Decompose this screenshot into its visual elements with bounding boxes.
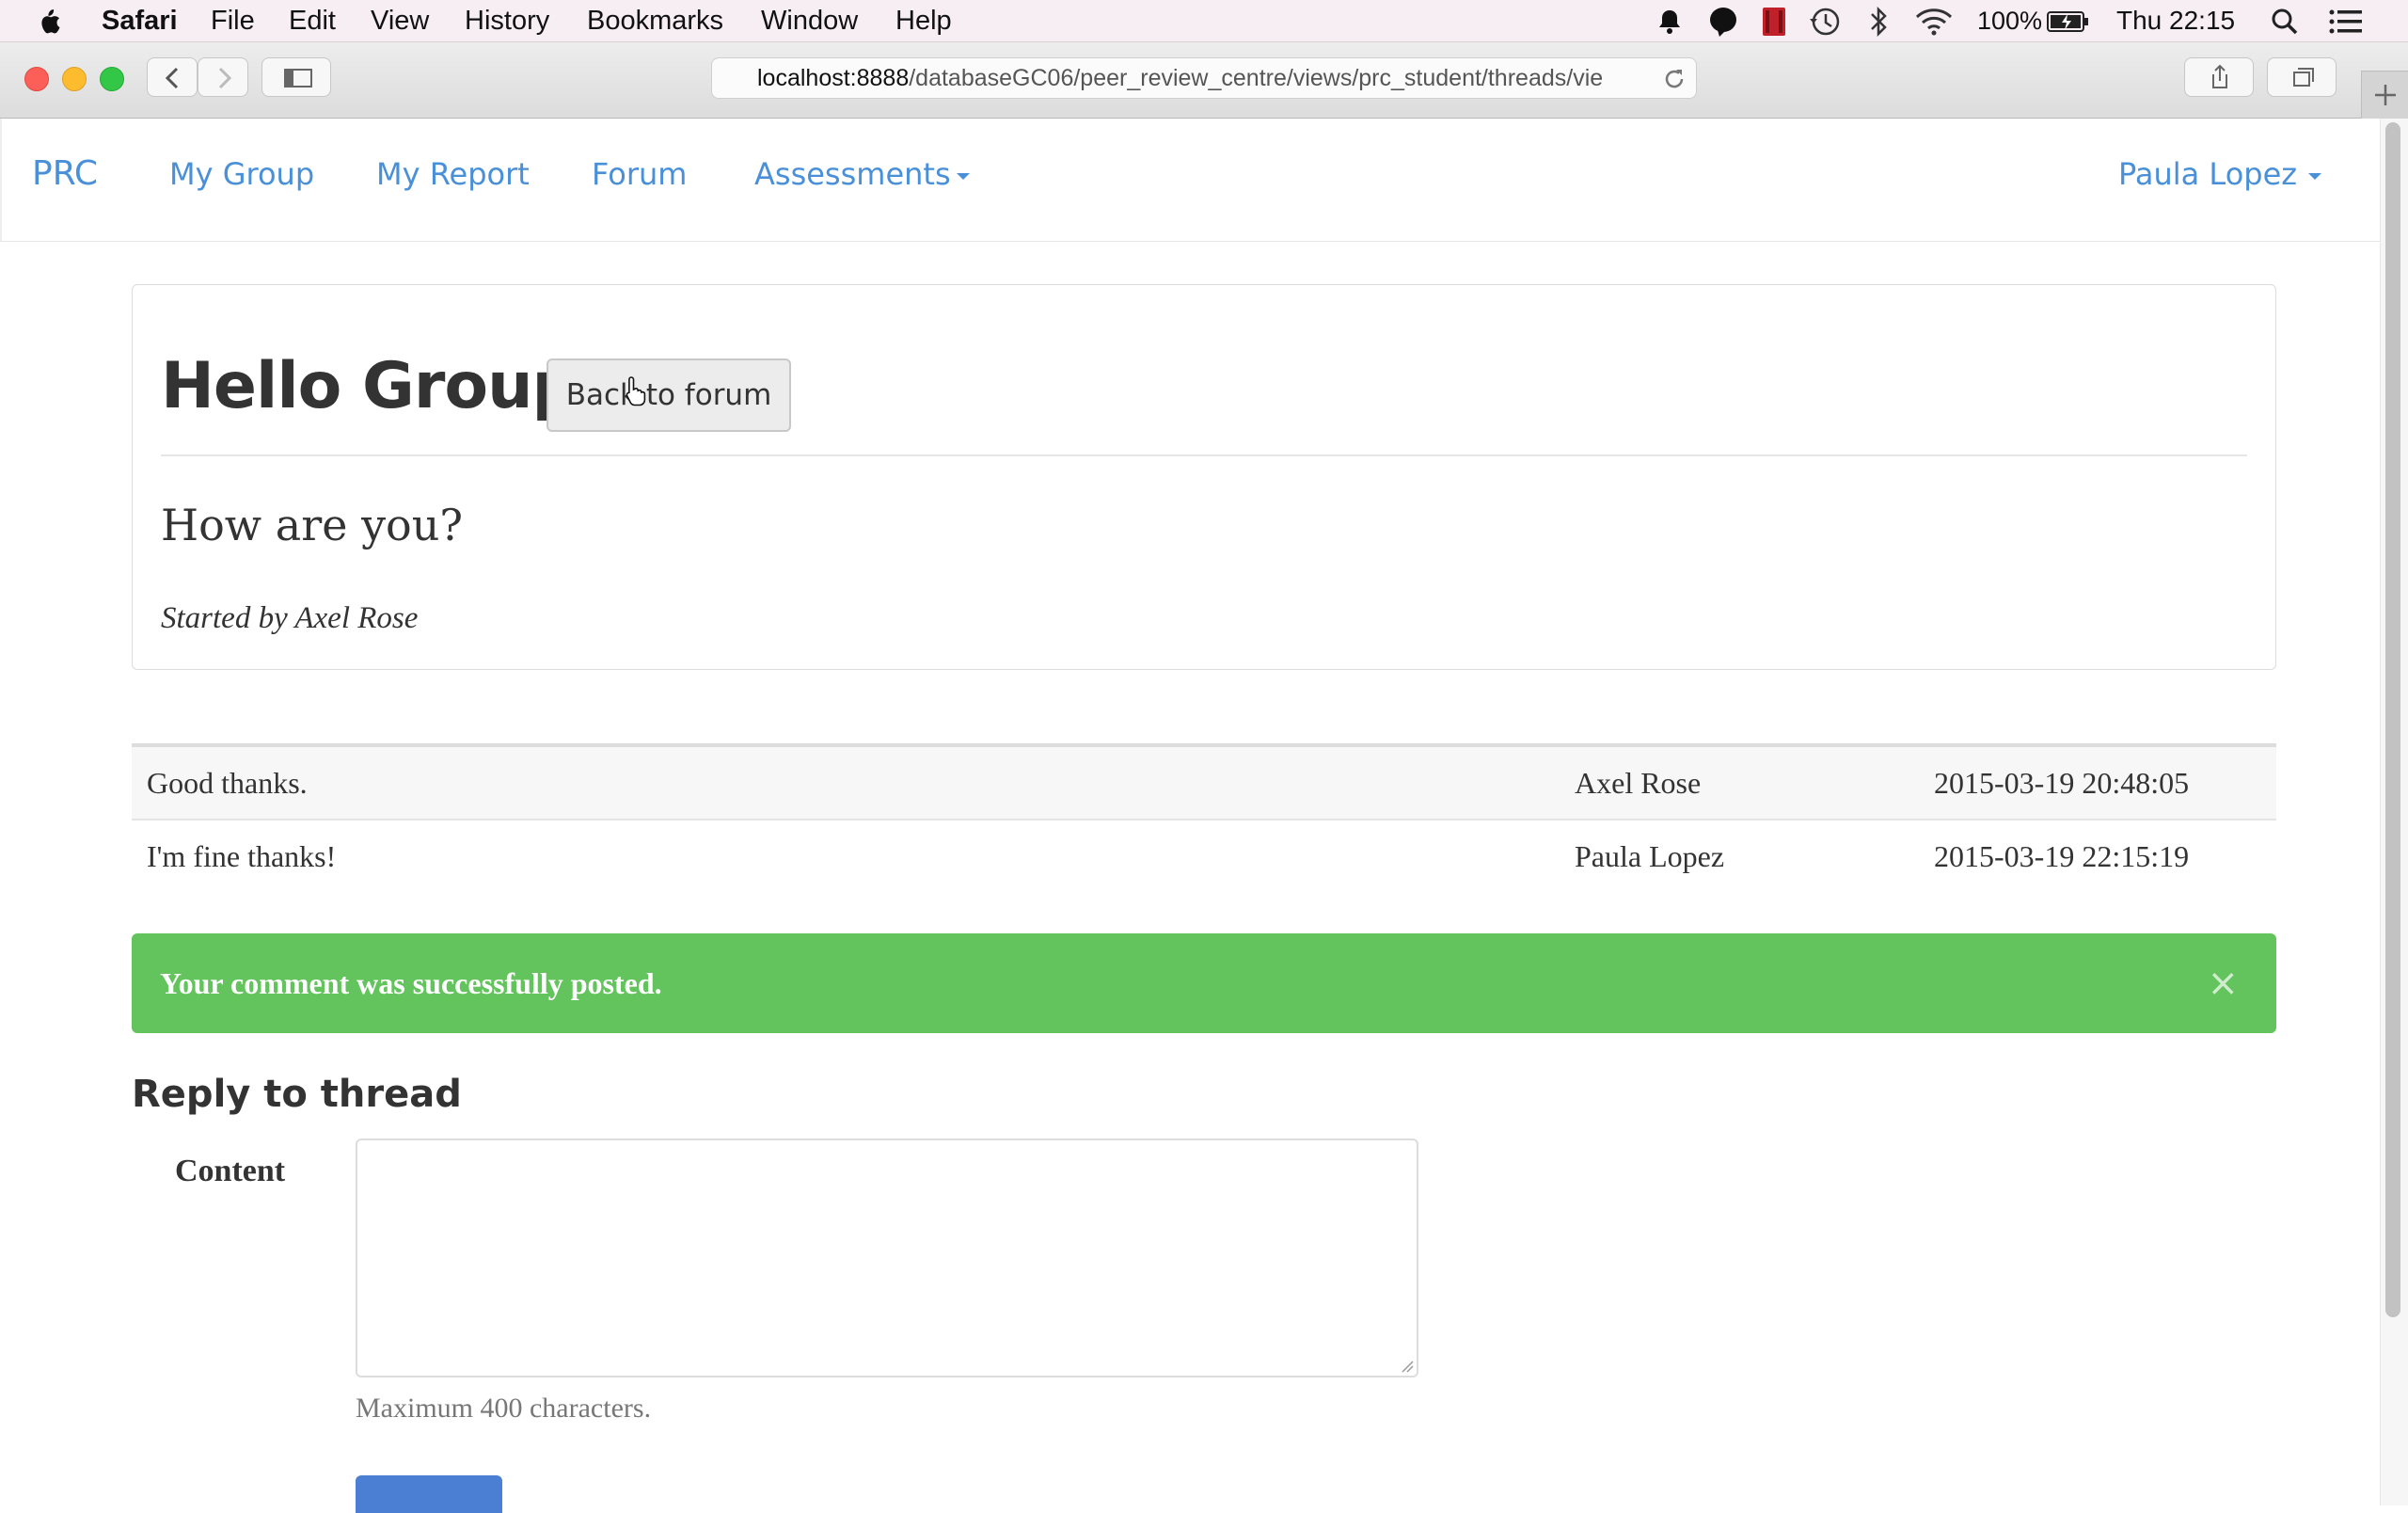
apple-logo-icon[interactable] <box>36 8 62 36</box>
scrollbar-thumb[interactable] <box>2385 122 2400 1317</box>
browser-toolbar: localhost:8888/databaseGC06/peer_review_… <box>0 42 2408 119</box>
thread-header-panel: Hello Group Back to forum How are you? S… <box>132 284 2276 670</box>
comment-row: Good thanks. Axel Rose 2015-03-19 20:48:… <box>132 747 2276 820</box>
user-name: Paula Lopez <box>2118 156 2298 192</box>
url-host: localhost:8888 <box>757 65 910 91</box>
battery-percentage: 100% <box>1977 7 2043 35</box>
menu-window[interactable]: Window <box>761 0 858 41</box>
comment-text: Good thanks. <box>147 766 308 800</box>
menu-view[interactable]: View <box>371 0 429 41</box>
back-to-forum-button[interactable]: Back to forum <box>547 358 791 432</box>
brand-link[interactable]: PRC <box>32 154 98 193</box>
mouse-cursor-icon <box>626 376 646 406</box>
url-text[interactable]: localhost:8888/databaseGC06/peer_review_… <box>757 58 1641 98</box>
content-help-text: Maximum 400 characters. <box>356 1393 652 1424</box>
time-machine-icon[interactable] <box>1808 6 1842 38</box>
divider <box>161 454 2247 456</box>
chevron-left-icon <box>165 67 179 89</box>
share-icon <box>2212 64 2227 88</box>
thread-question: How are you? <box>161 500 464 550</box>
macos-menubar: Safari File Edit View History Bookmarks … <box>0 0 2408 42</box>
menu-bookmarks[interactable]: Bookmarks <box>587 0 723 41</box>
resize-handle-icon[interactable] <box>1401 1360 1414 1373</box>
minimize-window-button[interactable] <box>62 67 87 91</box>
menu-help[interactable]: Help <box>895 0 952 41</box>
bluetooth-icon[interactable] <box>1866 6 1891 38</box>
menu-file[interactable]: File <box>211 0 255 41</box>
thread-title: Hello Group <box>161 349 578 423</box>
reply-heading: Reply to thread <box>132 1073 462 1116</box>
success-alert: Your comment was successfully posted. × <box>132 933 2276 1033</box>
sidebar-toggle-button[interactable] <box>261 57 331 97</box>
notification-center-icon[interactable] <box>2329 8 2363 35</box>
menu-app-safari[interactable]: Safari <box>102 0 178 41</box>
plus-icon <box>2375 85 2396 105</box>
comment-author: Paula Lopez <box>1575 839 1725 873</box>
close-window-button[interactable] <box>24 67 49 91</box>
menu-history[interactable]: History <box>465 0 549 41</box>
nav-assessments-dropdown[interactable]: Assessments <box>754 156 970 192</box>
spotlight-search-icon[interactable] <box>2271 8 2299 36</box>
caret-down-icon <box>2308 172 2322 180</box>
user-menu-dropdown[interactable]: Paula Lopez <box>2118 156 2322 192</box>
comment-date: 2015-03-19 20:48:05 <box>1934 766 2190 800</box>
comment-date: 2015-03-19 22:15:19 <box>1934 839 2190 873</box>
sidebar-icon <box>284 69 312 88</box>
menubar-clock[interactable]: Thu 22:15 <box>2116 0 2235 41</box>
comment-text: I'm fine thanks! <box>147 839 337 873</box>
tabs-overview-button[interactable] <box>2267 57 2337 97</box>
recording-icon[interactable] <box>1759 6 1789 38</box>
url-path: /databaseGC06/peer_review_centre/views/p… <box>909 65 1604 91</box>
comments-table: Good thanks. Axel Rose 2015-03-19 20:48:… <box>132 743 2276 892</box>
notification-bell-icon[interactable] <box>1656 8 1684 36</box>
address-bar[interactable]: localhost:8888/databaseGC06/peer_review_… <box>711 57 1697 99</box>
chevron-right-icon <box>218 67 232 89</box>
comment-author: Axel Rose <box>1575 766 1702 800</box>
new-tab-button[interactable] <box>2361 71 2408 119</box>
forward-nav-button[interactable] <box>198 57 248 97</box>
zoom-window-button[interactable] <box>100 67 124 91</box>
site-navbar: PRC My Group My Report Forum Assessments… <box>0 119 2382 242</box>
nav-assessments-label: Assessments <box>754 156 951 192</box>
menu-edit[interactable]: Edit <box>289 0 336 41</box>
alert-message: Your comment was successfully posted. <box>160 966 662 1000</box>
thread-starter: Started by Axel Rose <box>161 601 419 635</box>
nav-my-report[interactable]: My Report <box>376 156 530 192</box>
close-icon[interactable]: × <box>2207 933 2239 1033</box>
wifi-icon[interactable] <box>1915 8 1953 36</box>
comment-row: I'm fine thanks! Paula Lopez 2015-03-19 … <box>132 820 2276 892</box>
share-button[interactable] <box>2184 57 2254 97</box>
chat-bubble-icon[interactable] <box>1708 6 1738 38</box>
submit-reply-button[interactable] <box>356 1475 502 1513</box>
nav-my-group[interactable]: My Group <box>169 156 314 192</box>
content-label: Content <box>175 1154 286 1188</box>
back-nav-button[interactable] <box>147 57 198 97</box>
nav-forum[interactable]: Forum <box>592 156 687 192</box>
reload-icon[interactable] <box>1662 67 1687 91</box>
content-textarea[interactable] <box>356 1139 1418 1378</box>
battery-icon[interactable] <box>2047 10 2090 33</box>
tabs-icon <box>2293 68 2314 87</box>
caret-down-icon <box>956 172 970 180</box>
